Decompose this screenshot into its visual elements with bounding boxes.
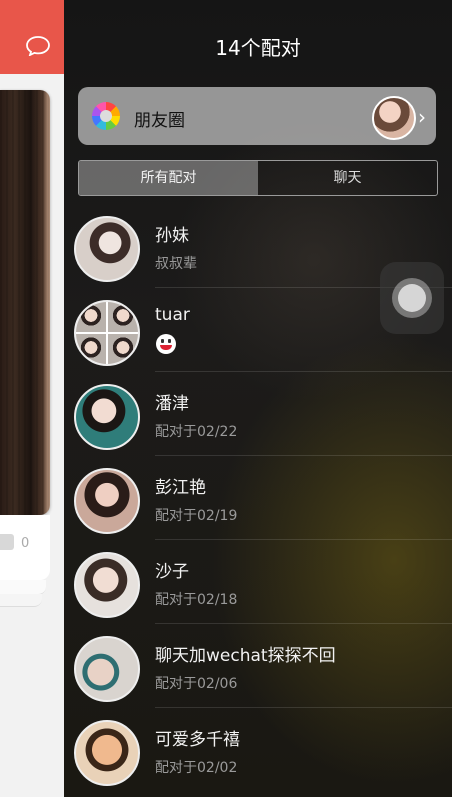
match-name: 潘津 (155, 394, 189, 414)
avatar (74, 300, 140, 366)
assistive-touch-button[interactable] (380, 262, 444, 334)
card-stack-layer (0, 580, 46, 595)
match-name: 可爱多千禧 (155, 730, 240, 750)
match-subtitle: 配对于02/02 (155, 760, 238, 776)
match-subtitle: 配对于02/06 (155, 676, 238, 692)
match-tabs: 所有配对 聊天 (78, 160, 438, 196)
match-name: tuar (155, 305, 190, 325)
avatar (74, 552, 140, 618)
grinning-emoji-icon (156, 334, 176, 354)
moments-thumbnail (372, 96, 416, 140)
matches-panel: 14个配对 朋友圈 › 所有配对 聊天 孙妹 叔叔辈 tuar 潘津 配对于02… (64, 0, 452, 797)
match-row[interactable]: 聊天加wechat探探不回 配对于02/06 (64, 624, 452, 708)
avatar (74, 216, 140, 282)
tab-all-matches[interactable]: 所有配对 (79, 161, 258, 195)
background-app: 0 (0, 0, 64, 797)
like-icon (0, 534, 14, 550)
tab-chat[interactable]: 聊天 (258, 161, 437, 195)
match-subtitle: 配对于02/18 (155, 592, 238, 608)
match-row[interactable]: 潘津 配对于02/22 (64, 372, 452, 456)
chat-bubble-icon[interactable] (26, 36, 50, 56)
match-subtitle: 配对于02/19 (155, 508, 238, 524)
card-stack-layer (0, 594, 42, 607)
match-row[interactable]: 可爱多千禧 配对于02/02 (64, 708, 452, 792)
match-name: 沙子 (155, 562, 189, 582)
color-wheel-icon (92, 102, 120, 130)
avatar (74, 720, 140, 786)
match-subtitle: 叔叔辈 (155, 256, 197, 272)
avatar (74, 636, 140, 702)
avatar (74, 384, 140, 450)
match-name: 彭江艳 (155, 478, 206, 498)
avatar (74, 468, 140, 534)
profile-card-photo[interactable] (0, 90, 50, 515)
like-count: 0 (21, 536, 30, 551)
match-subtitle: 配对于02/22 (155, 424, 238, 440)
match-name: 孙妹 (155, 226, 189, 246)
match-row[interactable]: 沙子 配对于02/18 (64, 540, 452, 624)
panel-title: 14个配对 (215, 36, 301, 60)
match-name: 聊天加wechat探探不回 (155, 646, 336, 666)
moments-button[interactable]: 朋友圈 › (78, 87, 436, 145)
match-row[interactable]: 彭江艳 配对于02/19 (64, 456, 452, 540)
background-header (0, 0, 64, 74)
moments-label: 朋友圈 (134, 111, 185, 131)
chevron-right-icon: › (418, 105, 426, 129)
